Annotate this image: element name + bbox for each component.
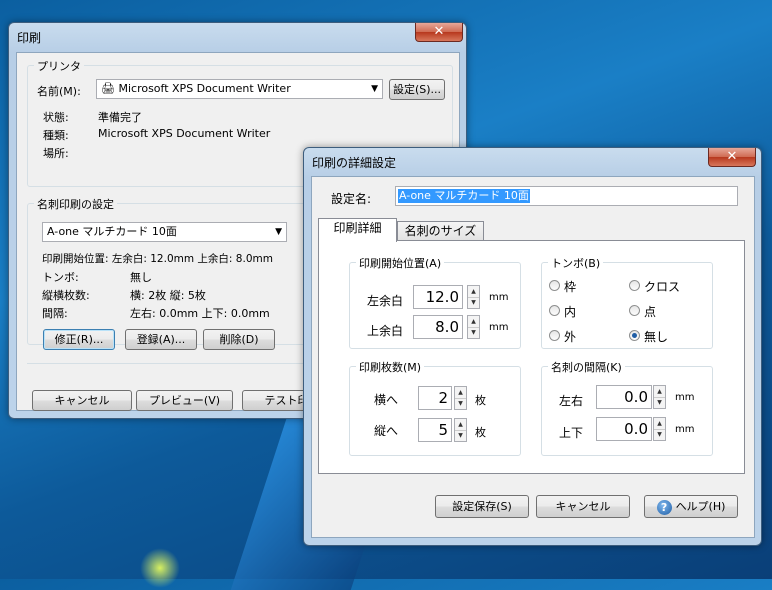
delete-button[interactable]: 削除(D) — [203, 329, 275, 350]
gap-lr-unit: mm — [675, 392, 695, 403]
vertical-count-label: 縦へ — [374, 424, 399, 438]
spin-down-icon[interactable]: ▼ — [468, 297, 479, 308]
register-button[interactable]: 登録(A)... — [125, 329, 197, 350]
start-position-group-label: 印刷開始位置(A) — [356, 255, 445, 271]
chevron-down-icon: ▼ — [371, 84, 378, 94]
left-margin-input[interactable]: 12.0 — [413, 285, 463, 309]
print-count-group-label: 印刷枚数(M) — [356, 359, 425, 375]
tombo-none-radio[interactable] — [629, 330, 640, 341]
gap-lr-input[interactable]: 0.0 — [596, 385, 652, 409]
detail-dialog-close-button[interactable]: ✕ — [708, 148, 756, 167]
tombo-summary-label: トンボ: — [42, 271, 79, 284]
detail-dialog-client: 設定名: A-one マルチカード 10面 印刷詳細 名刺のサイズ 印刷開始位置… — [311, 176, 755, 538]
left-margin-spinner[interactable]: ▲ ▼ — [467, 285, 480, 309]
gap-tb-label: 上下 — [559, 426, 584, 440]
top-margin-spinner[interactable]: ▲ ▼ — [467, 315, 480, 339]
tombo-group-label: トンボ(B) — [548, 255, 604, 271]
print-cancel-button[interactable]: キャンセル — [32, 390, 132, 411]
gap-tb-unit: mm — [675, 424, 695, 435]
setting-name-value: A-one マルチカード 10面 — [398, 189, 530, 203]
tombo-outer-radio[interactable] — [549, 330, 560, 341]
spin-down-icon[interactable]: ▼ — [654, 397, 665, 408]
horizontal-count-label: 横へ — [374, 393, 399, 407]
edit-button[interactable]: 修正(R)... — [43, 329, 115, 350]
chevron-down-icon: ▼ — [275, 227, 282, 237]
printer-name-label: 名前(M): — [37, 85, 81, 98]
printer-select[interactable]: 🖨 Microsoft XPS Document Writer ▼ — [96, 79, 383, 99]
tombo-summary-value: 無し — [130, 271, 152, 284]
print-count-group: 印刷枚数(M) — [349, 359, 521, 456]
desktop-wallpaper-glow — [140, 548, 180, 588]
vertical-count-input[interactable]: 5 — [418, 418, 452, 442]
spin-down-icon[interactable]: ▼ — [455, 398, 466, 409]
gap-tb-spinner[interactable]: ▲ ▼ — [653, 417, 666, 441]
status-value: 準備完了 — [98, 111, 142, 124]
gap-tb-input[interactable]: 0.0 — [596, 417, 652, 441]
help-button-label: ヘルプ(H) — [675, 500, 726, 513]
help-button[interactable]: ? ヘルプ(H) — [644, 495, 738, 518]
horizontal-count-input[interactable]: 2 — [418, 386, 452, 410]
start-position-summary: 印刷開始位置: 左余白: 12.0mm 上余白: 8.0mm — [42, 253, 273, 265]
printer-icon: 🖨 — [101, 82, 115, 95]
tab-print-detail-label: 印刷詳細 — [333, 221, 382, 235]
preview-button[interactable]: プレビュー(V) — [136, 390, 233, 411]
printer-group-label: プリンタ — [34, 58, 84, 74]
tab-panel: 印刷開始位置(A) 左余白 12.0 ▲ ▼ mm 上余白 8.0 ▲ ▼ mm… — [318, 240, 745, 474]
printer-settings-button[interactable]: 設定(S)... — [389, 79, 445, 100]
vertical-count-spinner[interactable]: ▲ ▼ — [454, 418, 467, 442]
card-preset-select[interactable]: A-one マルチカード 10面 ▼ — [42, 222, 287, 242]
tombo-dot-label: 点 — [644, 305, 657, 319]
top-margin-input[interactable]: 8.0 — [413, 315, 463, 339]
tombo-frame-label: 枠 — [564, 280, 577, 294]
gap-summary-value: 左右: 0.0mm 上下: 0.0mm — [130, 307, 270, 320]
tombo-inner-radio[interactable] — [549, 305, 560, 316]
tombo-outer-label: 外 — [564, 330, 577, 344]
top-margin-label: 上余白 — [367, 324, 404, 338]
horizontal-count-unit: 枚 — [475, 394, 486, 407]
tombo-dot-radio[interactable] — [629, 305, 640, 316]
spin-down-icon[interactable]: ▼ — [654, 429, 665, 440]
tombo-frame-radio[interactable] — [549, 280, 560, 291]
vertical-count-unit: 枚 — [475, 426, 486, 439]
setting-name-label: 設定名: — [331, 192, 372, 206]
type-value: Microsoft XPS Document Writer — [98, 127, 271, 140]
card-print-group-label: 名刺印刷の設定 — [34, 196, 117, 212]
tombo-cross-radio[interactable] — [629, 280, 640, 291]
help-icon: ? — [656, 499, 672, 515]
tombo-cross-label: クロス — [644, 280, 681, 294]
tab-print-detail[interactable]: 印刷詳細 — [318, 218, 397, 242]
detail-cancel-button[interactable]: キャンセル — [536, 495, 630, 518]
spin-down-icon[interactable]: ▼ — [468, 327, 479, 338]
gap-lr-spinner[interactable]: ▲ ▼ — [653, 385, 666, 409]
type-label: 種類: — [43, 129, 69, 142]
count-summary-label: 縦横枚数: — [42, 289, 90, 302]
horizontal-count-spinner[interactable]: ▲ ▼ — [454, 386, 467, 410]
spin-down-icon[interactable]: ▼ — [455, 430, 466, 441]
setting-name-input[interactable]: A-one マルチカード 10面 — [395, 186, 738, 206]
location-label: 場所: — [43, 147, 69, 160]
card-gap-group: 名刺の間隔(K) — [541, 359, 713, 456]
left-margin-label: 左余白 — [367, 294, 404, 308]
tab-card-size-label: 名刺のサイズ — [404, 224, 477, 238]
tombo-none-label: 無し — [644, 330, 669, 344]
print-dialog-close-button[interactable]: ✕ — [415, 23, 463, 42]
gap-lr-label: 左右 — [559, 394, 584, 408]
status-label: 状態: — [43, 111, 69, 124]
detail-dialog-title: 印刷の詳細設定 — [312, 156, 397, 170]
top-margin-unit: mm — [489, 322, 509, 333]
card-gap-group-label: 名刺の間隔(K) — [548, 359, 625, 375]
detail-dialog: 印刷の詳細設定 ✕ 設定名: A-one マルチカード 10面 印刷詳細 名刺の… — [303, 147, 762, 546]
print-dialog-title: 印刷 — [17, 31, 42, 45]
tab-card-size[interactable]: 名刺のサイズ — [397, 221, 484, 241]
gap-summary-label: 間隔: — [42, 307, 68, 320]
left-margin-unit: mm — [489, 292, 509, 303]
tombo-inner-label: 内 — [564, 305, 577, 319]
card-preset-value: A-one マルチカード 10面 — [47, 225, 177, 238]
printer-select-value: Microsoft XPS Document Writer — [118, 82, 291, 95]
count-summary-value: 横: 2枚 縦: 5枚 — [130, 289, 206, 302]
save-settings-button[interactable]: 設定保存(S) — [435, 495, 529, 518]
